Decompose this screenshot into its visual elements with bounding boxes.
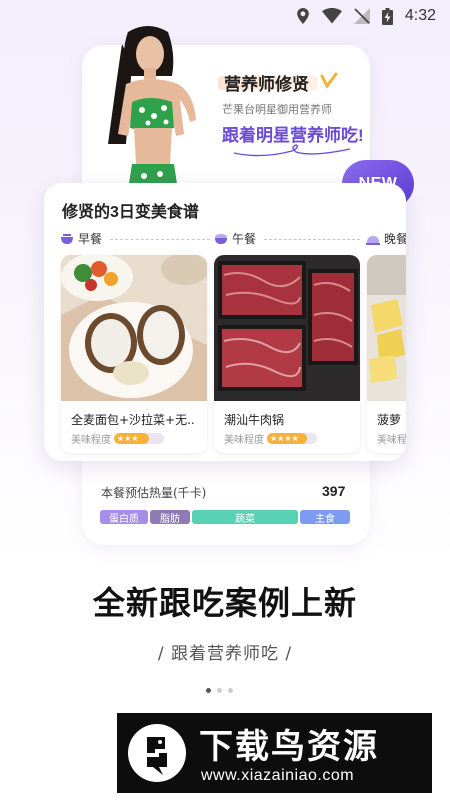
rating-label: 美味程度 [224, 435, 264, 446]
tab-label: 早餐 [78, 232, 103, 246]
soup-icon [215, 233, 227, 244]
checkmark-icon [320, 72, 338, 89]
rating-bar: ★★★★ [267, 433, 317, 444]
subheadline: / 跟着营养师吃 / [157, 644, 293, 664]
nutritionist-subtitle: 芒果台明星御用营养师 [222, 103, 332, 116]
food-image-pineapple [367, 255, 406, 401]
page-dot[interactable] [217, 688, 222, 693]
meal-tabs: 早餐 午餐 晚餐 [60, 230, 406, 248]
location-icon [297, 8, 309, 24]
food-rating: 美味程度 ★★★ [71, 431, 164, 446]
squiggle-decoration [233, 144, 351, 157]
nutritionist-photo [108, 26, 196, 190]
food-image-beef [214, 255, 360, 401]
food-card-dinner[interactable]: 菠萝 美味程度 [367, 255, 406, 453]
tab-breakfast[interactable]: 早餐 [60, 230, 102, 247]
nutrition-segment: 蔬菜 [192, 510, 298, 525]
menu-card[interactable]: 修贤的3日变美食谱 早餐 午餐 晚餐 全麦面包+沙拉菜+无.. 美味程度 ★★★… [44, 183, 406, 461]
tab-divider [110, 239, 210, 240]
star-icons: ★★★★ [270, 434, 299, 443]
status-time: 4:32 [404, 7, 436, 24]
no-signal-icon [353, 8, 370, 24]
rating-label: 美味程度 [377, 435, 406, 446]
rating-bar: ★★★ [114, 433, 164, 444]
nutrition-segment: 主食 [300, 510, 350, 525]
nutrition-segment: 脂肪 [150, 510, 190, 525]
watermark-banner: 下载鸟资源 www.xiazainiao.com [117, 713, 432, 793]
nutrition-segment: 蛋白质 [100, 510, 148, 525]
tab-dinner[interactable]: 晚餐 [366, 230, 406, 247]
food-card-breakfast[interactable]: 全麦面包+沙拉菜+无.. 美味程度 ★★★ [61, 255, 207, 453]
battery-charging-icon [381, 7, 393, 25]
bird-logo-icon [128, 724, 186, 782]
nutritionist-name: 营养师修贤 [224, 75, 309, 94]
calories-label: 本餐预估热量(千卡) [101, 486, 207, 500]
menu-title: 修贤的3日变美食谱 [62, 204, 199, 221]
page-dot[interactable] [206, 688, 211, 693]
page-indicator [206, 688, 233, 693]
tab-label: 午餐 [232, 232, 257, 246]
page-dot[interactable] [228, 688, 233, 693]
bowl-icon [61, 233, 73, 244]
food-rating: 美味程度 [377, 431, 406, 446]
food-name: 菠萝 [377, 413, 402, 427]
food-card-lunch[interactable]: 潮汕牛肉锅 美味程度 ★★★★ [214, 255, 360, 453]
star-icons: ★★★ [117, 434, 139, 443]
tab-label: 晚餐 [384, 232, 406, 246]
tab-lunch[interactable]: 午餐 [214, 230, 256, 247]
wifi-icon [321, 8, 342, 24]
food-rating: 美味程度 ★★★★ [224, 431, 317, 446]
tab-divider [264, 239, 360, 240]
cloche-icon [366, 235, 380, 245]
status-bar: 4:32 [0, 0, 450, 32]
calories-value: 397 [322, 483, 346, 499]
nutrition-breakdown: 蛋白质 脂肪 蔬菜 主食 [100, 510, 350, 525]
headline: 全新跟吃案例上新 [92, 585, 357, 621]
watermark-title: 下载鸟资源 [199, 728, 379, 766]
food-name: 全麦面包+沙拉菜+无.. [71, 413, 195, 427]
food-name: 潮汕牛肉锅 [224, 413, 285, 427]
food-image-toast [61, 255, 207, 401]
watermark-url: www.xiazainiao.com [201, 767, 355, 784]
rating-label: 美味程度 [71, 435, 111, 446]
